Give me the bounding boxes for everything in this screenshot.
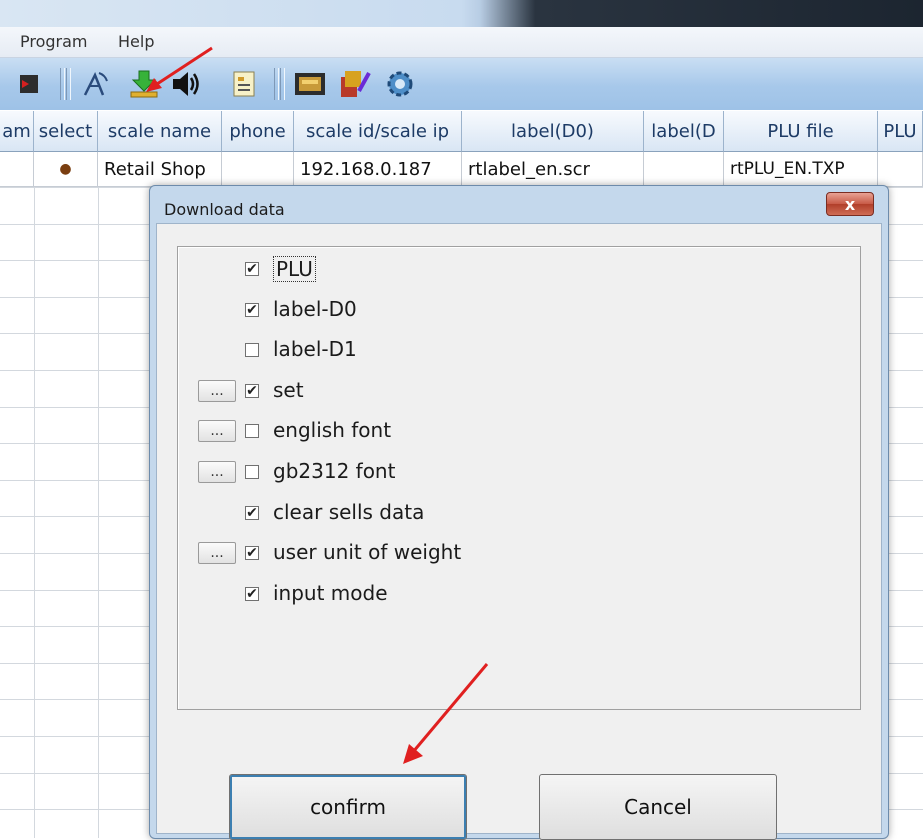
dialog-body: ✔ PLU ✔ label-D0 label-D1... ✔ set... english f… [156, 223, 882, 840]
settings-icon[interactable] [382, 66, 418, 102]
option-checkbox[interactable] [245, 465, 259, 479]
option-label[interactable]: input mode [273, 581, 388, 605]
option-row: ✔ PLU [178, 251, 778, 287]
window-titlebar [0, 0, 923, 27]
close-button[interactable]: x [826, 192, 874, 216]
column-header-select[interactable]: select [34, 111, 98, 152]
close-icon: x [844, 194, 856, 214]
download-data-dialog: Download data x ✔ PLU ✔ label-D0 label-D1...… [149, 185, 889, 840]
download-icon[interactable] [126, 66, 162, 102]
column-header-plu-file[interactable]: PLU file [724, 111, 878, 152]
column-header-plu[interactable]: PLU [878, 111, 923, 152]
cell-label-d0[interactable]: rtlabel_en.scr [462, 152, 644, 187]
menu-program[interactable]: Program [20, 32, 88, 51]
option-checkbox[interactable]: ✔ [245, 505, 259, 520]
option-checkbox[interactable] [245, 424, 259, 439]
menu-bar: Program Help [0, 27, 923, 58]
options-group: ✔ PLU ✔ label-D0 label-D1... ✔ set... english f… [177, 246, 861, 710]
grid-cell[interactable] [0, 152, 34, 187]
option-checkbox[interactable] [245, 343, 259, 358]
option-row: ... ✔ set [178, 373, 778, 409]
toolbar-separator [280, 68, 285, 100]
dialog-title: Download data [164, 200, 285, 219]
register-icon[interactable] [292, 66, 328, 102]
tools-icon[interactable] [336, 66, 372, 102]
option-row: label-D1 [178, 332, 778, 368]
option-checkbox[interactable]: ✔ [245, 546, 259, 561]
option-label[interactable]: label-D0 [273, 297, 357, 321]
option-row: ✔ label-D0 [178, 292, 778, 328]
option-checkbox[interactable]: ✔ [245, 383, 259, 398]
cell-scale-name[interactable]: Retail Shop [98, 152, 222, 187]
cell-label-d1[interactable] [644, 152, 724, 187]
option-checkbox[interactable]: ✔ [245, 586, 259, 601]
column-header[interactable]: am [0, 111, 34, 152]
confirm-button[interactable]: confirm [229, 774, 467, 840]
option-more-button[interactable]: ... [198, 379, 236, 402]
connect-icon[interactable] [78, 66, 114, 102]
toolbar [0, 58, 923, 110]
column-header-scale-ip[interactable]: scale id/scale ip [294, 111, 462, 152]
option-row: ... ✔ user unit of weight [178, 535, 778, 571]
cancel-button[interactable]: Cancel [539, 774, 777, 840]
cell-phone[interactable] [222, 152, 294, 187]
toolbar-separator [60, 68, 65, 100]
cell-scale-ip[interactable]: 192.168.0.187 [294, 152, 462, 187]
menu-help[interactable]: Help [118, 32, 154, 51]
option-label[interactable]: english font [273, 418, 391, 442]
option-row: ... gb2312 font [178, 454, 778, 490]
speaker-icon[interactable] [168, 66, 204, 102]
column-header-phone[interactable]: phone [222, 111, 294, 152]
option-label[interactable]: label-D1 [273, 337, 357, 361]
column-header-scale-name[interactable]: scale name [98, 111, 222, 152]
option-more-button[interactable]: ... [198, 461, 236, 483]
option-row: ✔ clear sells data [178, 495, 778, 531]
option-row: ... english font [178, 413, 778, 449]
option-label[interactable]: clear sells data [273, 500, 424, 524]
option-checkbox[interactable]: ✔ [245, 302, 259, 317]
toolbar-separator [274, 68, 279, 100]
option-more-button[interactable]: ... [198, 420, 236, 443]
option-row: ✔ input mode [178, 576, 778, 612]
column-header-label-d1[interactable]: label(D [644, 111, 724, 152]
toolbar-separator [66, 68, 71, 100]
document-icon[interactable] [226, 66, 262, 102]
cell-plu[interactable] [878, 152, 923, 187]
option-label[interactable]: PLU [273, 256, 316, 282]
option-more-button[interactable]: ... [198, 542, 236, 565]
grid-column-line [98, 187, 99, 838]
select-radio[interactable]: ● [34, 152, 98, 187]
grid-column-line [34, 187, 35, 838]
option-checkbox[interactable]: ✔ [245, 262, 259, 276]
exit-icon[interactable] [12, 66, 48, 102]
option-label[interactable]: user unit of weight [273, 540, 461, 564]
column-header-label-d0[interactable]: label(D0) [462, 111, 644, 152]
option-label[interactable]: set [273, 378, 304, 402]
cell-plu-file[interactable]: rtPLU_EN.TXP [724, 152, 878, 187]
option-label[interactable]: gb2312 font [273, 459, 395, 483]
